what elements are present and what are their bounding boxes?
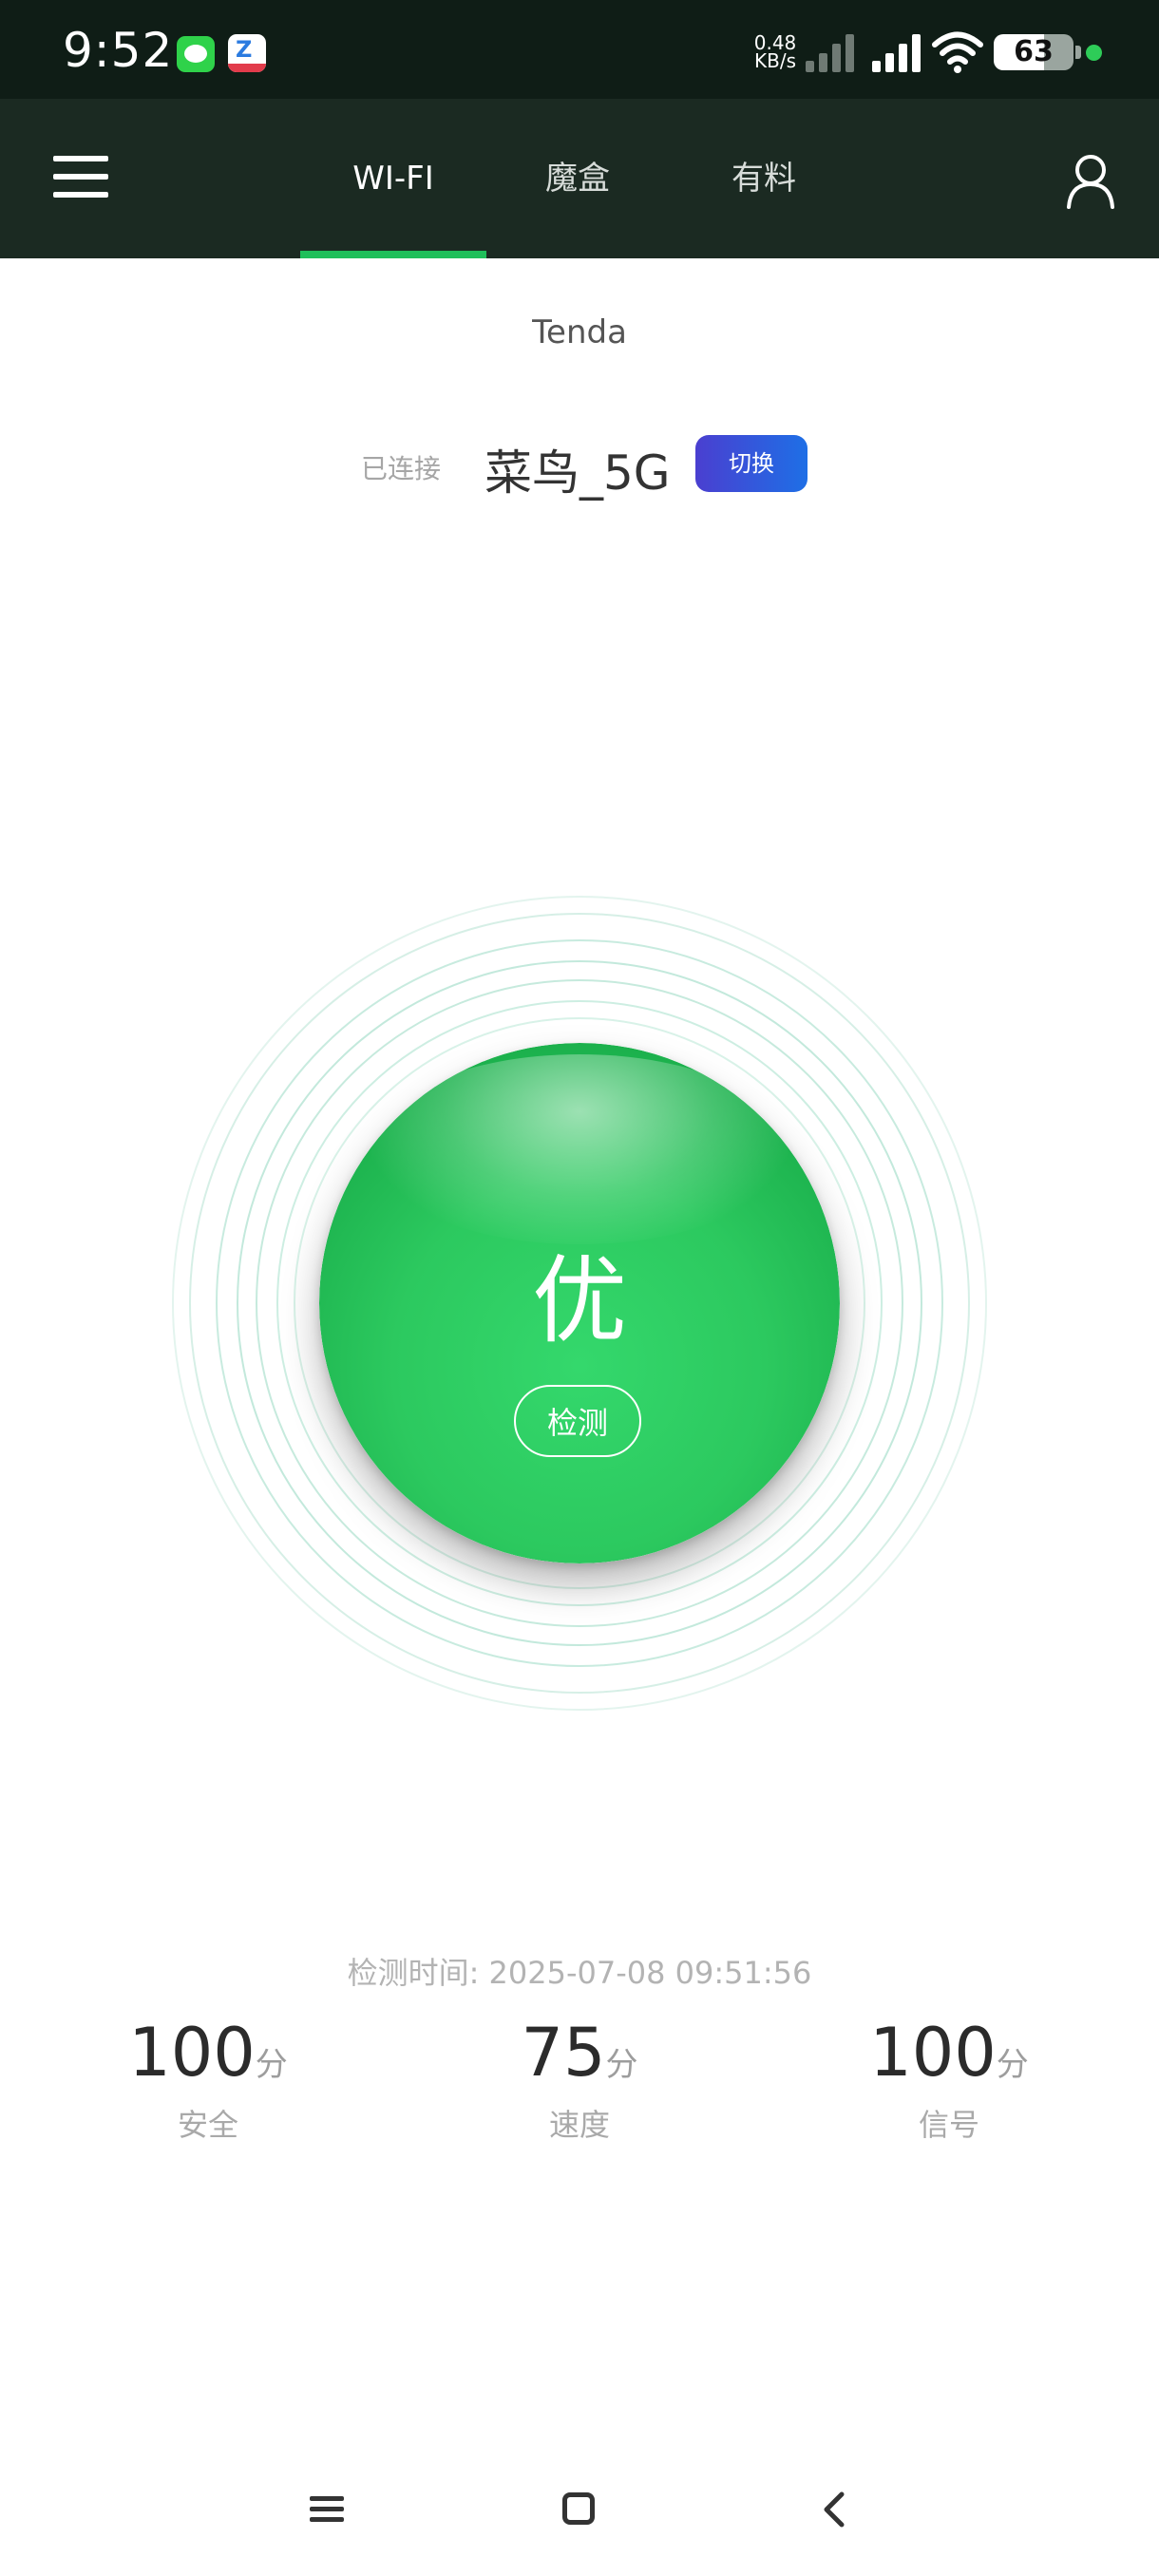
wifi-ssid: 菜鸟_5G <box>484 445 671 501</box>
status-grade: 优 <box>532 1245 627 1356</box>
tab-wifi[interactable]: WI-FI <box>300 99 486 258</box>
score-value: 100 <box>869 2014 997 2092</box>
score-value: 75 <box>521 2014 606 2092</box>
status-time: 9:52 <box>63 23 174 78</box>
z-app-icon: Z <box>228 34 266 72</box>
network-speed: 0.48 KB/s <box>750 33 800 72</box>
message-app-icon <box>177 36 215 72</box>
connected-label: 已连接 <box>361 453 442 484</box>
score-unit: 分 <box>605 2046 638 2084</box>
score-speed: 75分 速度 <box>437 2014 722 2145</box>
battery-tip <box>1075 46 1081 59</box>
tab-mohe[interactable]: 魔盒 <box>484 99 671 258</box>
wifi-icon <box>932 31 983 73</box>
user-icon[interactable] <box>1066 154 1115 209</box>
detect-button[interactable]: 检测 <box>514 1385 641 1457</box>
score-unit: 分 <box>996 2046 1029 2084</box>
score-label: 安全 <box>177 2107 238 2143</box>
hamburger-menu-icon[interactable] <box>53 156 108 198</box>
switch-network-button[interactable]: 切换 <box>695 435 808 492</box>
router-name: Tenda <box>532 313 627 351</box>
active-tab-indicator <box>300 251 486 258</box>
charging-dot <box>1086 45 1102 61</box>
recent-apps-icon[interactable] <box>310 2494 346 2525</box>
score-security: 100分 安全 <box>66 2014 351 2145</box>
tab-youliao[interactable]: 有料 <box>671 99 857 258</box>
score-label: 信号 <box>918 2107 979 2143</box>
signal-icon <box>806 32 863 72</box>
system-nav-bar <box>0 2470 1159 2576</box>
score-signal: 100分 信号 <box>807 2014 1092 2145</box>
status-bar: 9:52 Z 0.48 KB/s 63 <box>0 0 1159 99</box>
app-screen: 9:52 Z 0.48 KB/s 63 WI-FI 魔盒 有料 Tenda 已连… <box>0 0 1159 2576</box>
network-speed-unit: KB/s <box>754 49 796 72</box>
back-icon[interactable] <box>815 2489 853 2530</box>
connection-row: 已连接 菜鸟_5G 切换 <box>0 429 1159 501</box>
score-unit: 分 <box>255 2046 288 2084</box>
battery-level: 63 <box>1014 35 1054 68</box>
app-header: WI-FI 魔盒 有料 <box>0 99 1159 258</box>
score-value: 100 <box>128 2014 256 2092</box>
home-icon[interactable] <box>562 2492 595 2525</box>
detect-time: 检测时间: 2025-07-08 09:51:56 <box>347 1955 812 1991</box>
signal-icon <box>872 32 929 72</box>
battery-icon: 63 <box>994 34 1074 70</box>
score-label: 速度 <box>548 2107 610 2143</box>
